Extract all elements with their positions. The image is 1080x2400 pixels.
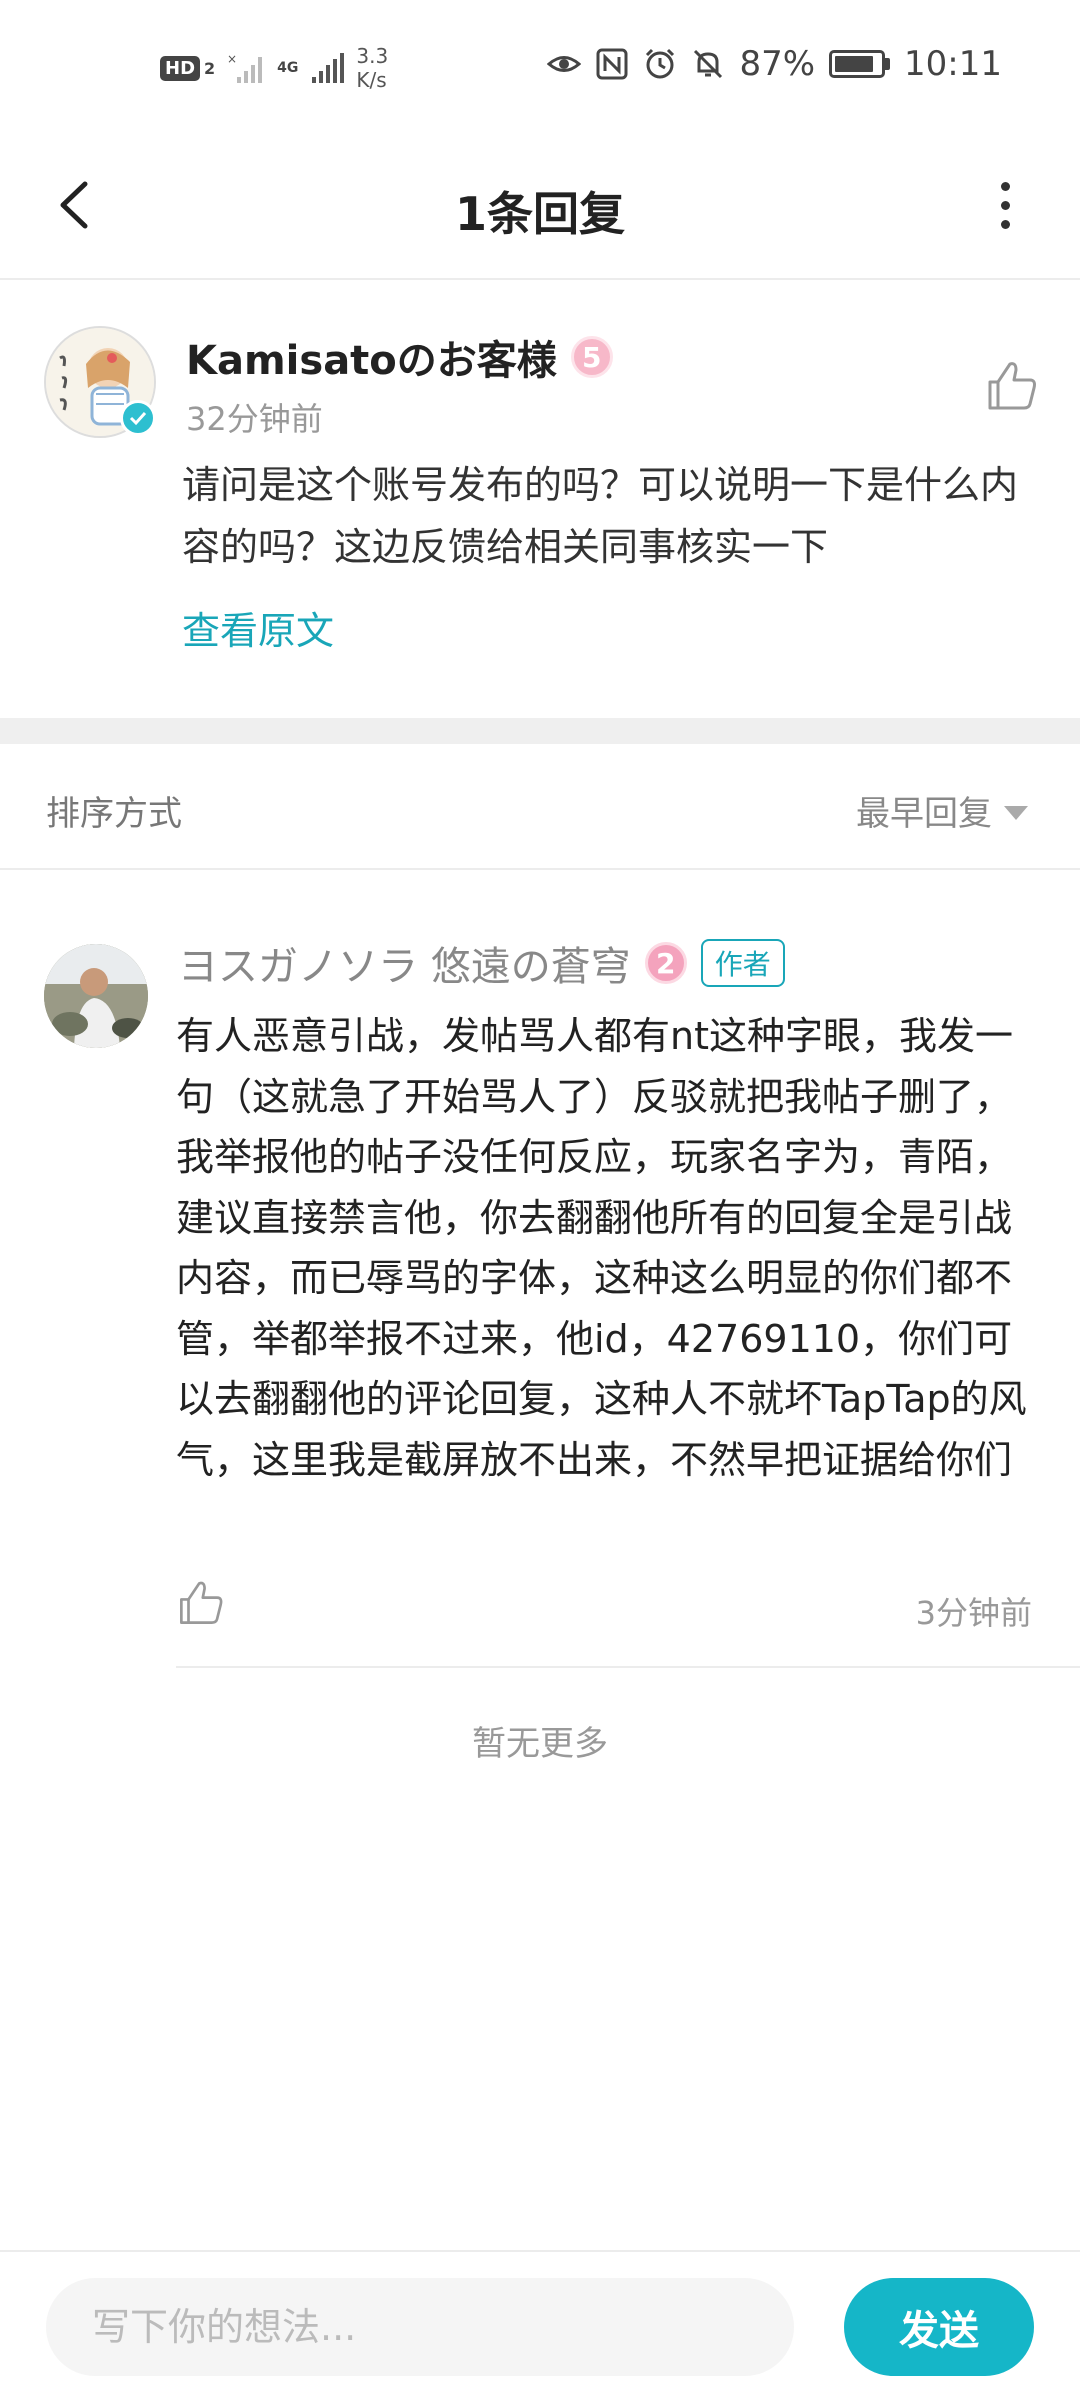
more-dot-icon bbox=[1000, 200, 1010, 210]
level-badge: 2 bbox=[644, 942, 687, 984]
no-more-label: 暂无更多 bbox=[472, 1724, 608, 1764]
section-divider bbox=[0, 718, 1080, 744]
status-bar: HD 2 × 4G 3.3 K/s 87% 10:11 bbox=[0, 0, 1080, 130]
alarm-icon bbox=[646, 48, 675, 79]
wifi-off-signal-icon: × bbox=[227, 52, 263, 83]
top-app-bar: 1条回复 bbox=[0, 130, 1080, 280]
like-button[interactable] bbox=[984, 358, 1040, 414]
network-speed: 3.3 K/s bbox=[356, 44, 388, 92]
cellular-signal-icon bbox=[312, 53, 345, 83]
more-dot-icon bbox=[1000, 181, 1010, 191]
thumbs-up-icon bbox=[988, 362, 1036, 410]
author-name[interactable]: Kamisatoのお客様 bbox=[186, 328, 557, 386]
svg-text:×: × bbox=[227, 52, 237, 66]
battery-percent: 87% bbox=[739, 44, 816, 84]
status-left: HD 2 × 4G 3.3 K/s bbox=[160, 44, 388, 92]
caret-down-icon bbox=[1004, 805, 1028, 820]
reply-author-name[interactable]: ヨスガノソラ 悠遠の蒼穹 bbox=[178, 934, 631, 992]
hd-icon: HD bbox=[160, 55, 201, 81]
avatar-photo bbox=[44, 944, 148, 1048]
author-tag: 作者 bbox=[700, 939, 785, 987]
reply-divider bbox=[176, 1666, 1080, 1668]
comment-input[interactable] bbox=[46, 2278, 794, 2376]
avatar[interactable] bbox=[44, 944, 148, 1048]
level-badge: 5 bbox=[570, 336, 613, 378]
reply-time: 3分钟前 bbox=[915, 1594, 1032, 1632]
speed-unit: K/s bbox=[356, 68, 387, 92]
speed-value: 3.3 bbox=[356, 44, 389, 68]
more-options-button[interactable] bbox=[970, 170, 1040, 240]
reply-item: ヨスガノソラ 悠遠の蒼穹 2 作者 有人恶意引战，发帖骂人都有nt这种字眼，我发… bbox=[0, 872, 1080, 1668]
comment-text: 请问是这个账号发布的吗？可以说明一下是什么内容的吗？这边反馈给相关同事核实一下 bbox=[182, 463, 1019, 569]
comment-time: 32分钟前 bbox=[186, 400, 323, 438]
reply-text: 有人恶意引战，发帖骂人都有nt这种字眼，我发一句（这就急了开始骂人了）反驳就把我… bbox=[176, 1014, 1027, 1482]
send-button[interactable]: 发送 bbox=[844, 2278, 1034, 2376]
sort-row: 排序方式 最早回复 bbox=[0, 744, 1080, 870]
status-right: 87% 10:11 bbox=[547, 44, 1002, 84]
mute-bell-icon bbox=[694, 49, 723, 79]
original-comment: Kamisatoのお客様 5 32分钟前 请问是这个账号发布的吗？可以说明一下是… bbox=[0, 282, 1080, 718]
thumbs-up-icon bbox=[180, 1581, 223, 1624]
nfc-icon bbox=[596, 48, 628, 80]
sort-dropdown[interactable]: 最早回复 bbox=[856, 786, 1028, 835]
comment-composer: 发送 bbox=[0, 2250, 1080, 2400]
author-row: Kamisatoのお客様 5 bbox=[186, 328, 613, 386]
eye-icon bbox=[547, 56, 582, 72]
sort-label: 排序方式 bbox=[46, 794, 182, 834]
more-dot-icon bbox=[1000, 219, 1010, 229]
verified-badge-icon bbox=[120, 400, 156, 436]
page-title: 1条回复 bbox=[454, 187, 625, 241]
reply-like-button[interactable] bbox=[176, 1578, 226, 1628]
hd-sim-label: 2 bbox=[204, 58, 216, 78]
view-original-link[interactable]: 查看原文 bbox=[182, 600, 334, 655]
reply-author-row: ヨスガノソラ 悠遠の蒼穹 2 作者 bbox=[178, 934, 785, 992]
clock: 10:11 bbox=[904, 44, 1002, 84]
sort-value: 最早回复 bbox=[856, 794, 992, 834]
battery-icon bbox=[829, 50, 891, 78]
network-type: 4G bbox=[277, 60, 299, 76]
